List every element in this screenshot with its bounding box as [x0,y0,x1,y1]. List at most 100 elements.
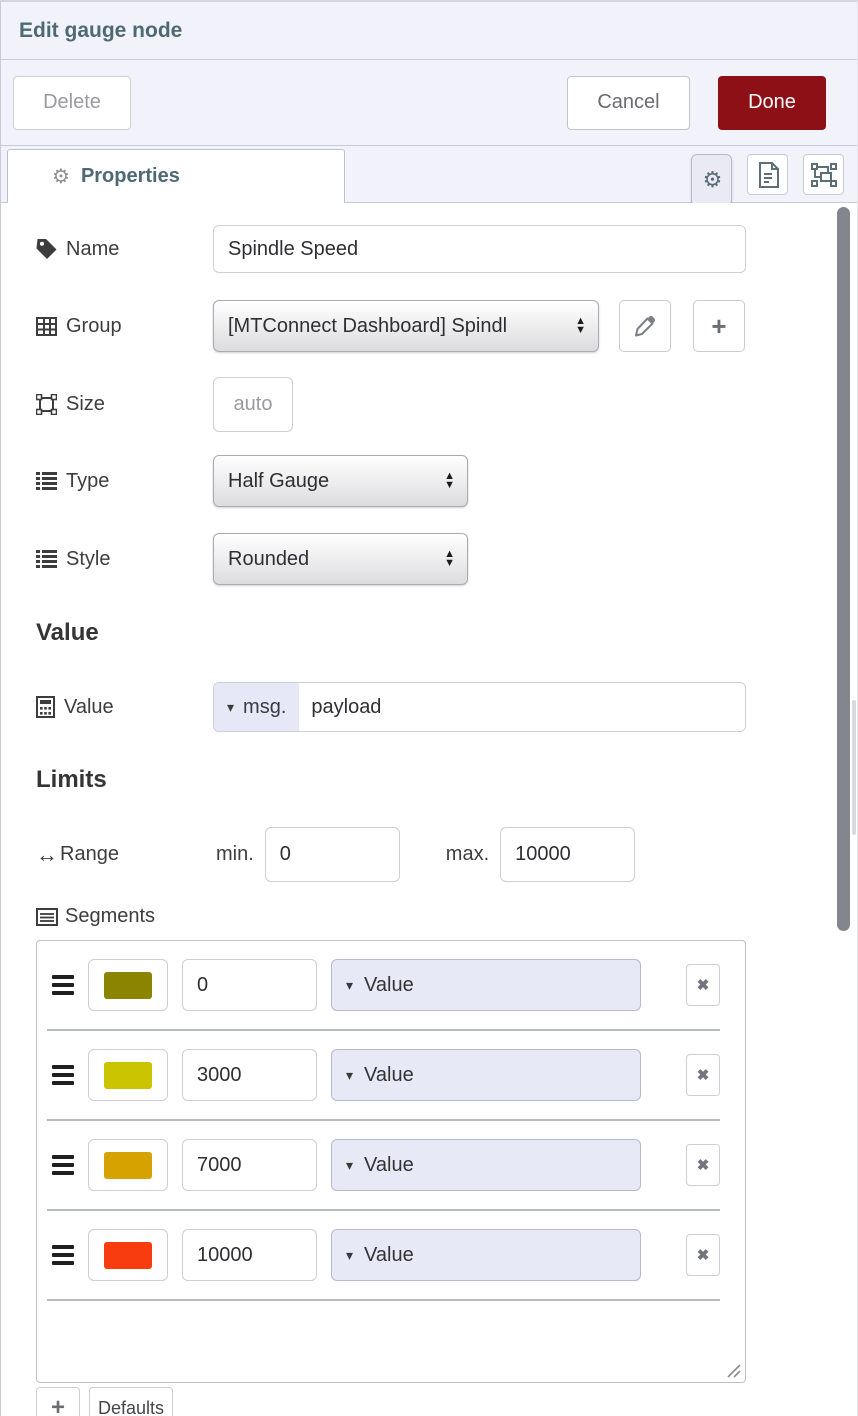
close-icon: ✖ [697,1156,710,1174]
segment-value-input[interactable] [182,959,317,1011]
calculator-icon [36,696,55,718]
defaults-button[interactable]: Defaults [89,1387,173,1416]
tag-icon [36,239,57,260]
group-select[interactable]: [MTConnect Dashboard] Spindl ▲▼ [213,300,599,352]
remove-segment-button[interactable]: ✖ [686,1054,720,1096]
select-arrows-icon: ▲▼ [444,472,455,490]
min-label: min. [216,843,254,866]
remove-segment-button[interactable]: ✖ [686,1144,720,1186]
list-icon [36,550,57,568]
add-segment-button[interactable]: + [36,1387,80,1416]
edit-group-button[interactable] [619,300,671,352]
max-label: max. [446,843,489,866]
segment-type-select[interactable]: ▾ Value [331,1229,641,1281]
range-min-input[interactable] [265,827,400,882]
color-swatch [104,1062,152,1089]
remove-segment-button[interactable]: ✖ [686,1234,720,1276]
segments-list: ▾ Value ✖ ▾ Value ✖ [36,940,746,1383]
size-label: Size [36,393,213,416]
value-typed-input: ▾ msg. [213,682,746,732]
edit-gauge-dialog: Edit gauge node Delete Cancel Done ⚙ Pro… [0,0,858,1416]
segment-value-input[interactable] [182,1139,317,1191]
tab-row: ⚙ Properties ⚙ [1,146,857,203]
description-tab-button[interactable] [747,154,788,195]
color-swatch [104,1242,152,1269]
select-arrows-icon: ▲▼ [575,317,586,335]
size-row: Size auto [36,377,857,432]
segment-row: ▾ Value ✖ [47,1211,720,1301]
color-swatch [104,972,152,999]
document-icon [756,162,780,188]
segment-color-button[interactable] [88,1229,168,1281]
remove-segment-button[interactable]: ✖ [686,964,720,1006]
pencil-icon [634,315,656,337]
cancel-button[interactable]: Cancel [567,76,690,130]
segment-type-select[interactable]: ▾ Value [331,959,641,1011]
segments-footer: + Defaults [36,1387,857,1416]
range-row: ↔ Range min. max. [36,827,857,882]
chevron-down-icon: ▾ [346,1157,353,1174]
segment-color-button[interactable] [88,1049,168,1101]
size-icon [36,394,57,415]
close-icon: ✖ [697,1246,710,1264]
type-row: Type Half Gauge ▲▼ [36,455,857,507]
value-label: Value [36,696,213,719]
type-select[interactable]: Half Gauge ▲▼ [213,455,468,507]
range-max-input[interactable] [500,827,635,882]
segment-value-input[interactable] [182,1229,317,1281]
scrollbar-thumb[interactable] [837,207,850,931]
outer-scrollbar-thumb[interactable] [852,700,856,835]
properties-tab-button[interactable]: ⚙ [691,154,732,206]
drag-handle-icon[interactable] [52,1155,74,1175]
arrows-horizontal-icon: ↔ [36,842,58,868]
segment-value-input[interactable] [182,1049,317,1101]
segment-type-select[interactable]: ▾ Value [331,1049,641,1101]
value-row: Value ▾ msg. [36,682,857,732]
close-icon: ✖ [697,1066,710,1084]
drag-handle-icon[interactable] [52,1065,74,1085]
dialog-toolbar: Delete Cancel Done [1,60,857,146]
segment-color-button[interactable] [88,959,168,1011]
list-alt-icon [36,908,58,926]
tab-properties-label: Properties [81,165,180,188]
list-icon [36,472,57,490]
range-label: ↔ Range [36,842,213,868]
done-button[interactable]: Done [718,76,826,130]
chevron-down-icon: ▾ [346,1067,353,1084]
style-label: Style [36,548,213,571]
properties-panel: Name Group [MTConnect Dashboard] Spindl … [1,203,857,1416]
chevron-down-icon: ▾ [346,1247,353,1264]
chevron-down-icon: ▾ [227,699,234,716]
drag-handle-icon[interactable] [52,1245,74,1265]
style-row: Style Rounded ▲▼ [36,533,857,585]
segments-label: Segments [36,905,213,928]
segments-label-row: Segments [36,905,857,928]
gear-icon: ⚙ [52,164,70,189]
resize-handle-icon[interactable] [726,1363,741,1378]
segment-color-button[interactable] [88,1139,168,1191]
dialog-header: Edit gauge node [1,2,857,60]
dialog-title: Edit gauge node [19,19,182,43]
value-property-input[interactable] [299,683,745,731]
typed-input-type-select[interactable]: ▾ msg. [214,683,299,731]
name-label: Name [36,238,213,261]
size-auto-button[interactable]: auto [213,377,293,432]
close-icon: ✖ [697,976,710,994]
delete-button[interactable]: Delete [13,76,131,130]
tab-properties[interactable]: ⚙ Properties [7,149,345,203]
gear-icon: ⚙ [703,167,723,193]
segment-row: ▾ Value ✖ [47,1121,720,1211]
value-section-heading: Value [36,618,857,648]
name-input[interactable] [213,225,746,273]
drag-handle-icon[interactable] [52,975,74,995]
select-arrows-icon: ▲▼ [444,550,455,568]
group-row: Group [MTConnect Dashboard] Spindl ▲▼ + [36,300,857,352]
add-group-button[interactable]: + [693,300,745,352]
table-icon [36,317,57,336]
appearance-icon [811,162,837,188]
segment-row: ▾ Value ✖ [47,941,720,1031]
type-label: Type [36,470,213,493]
appearance-tab-button[interactable] [803,154,844,195]
style-select[interactable]: Rounded ▲▼ [213,533,468,585]
segment-type-select[interactable]: ▾ Value [331,1139,641,1191]
